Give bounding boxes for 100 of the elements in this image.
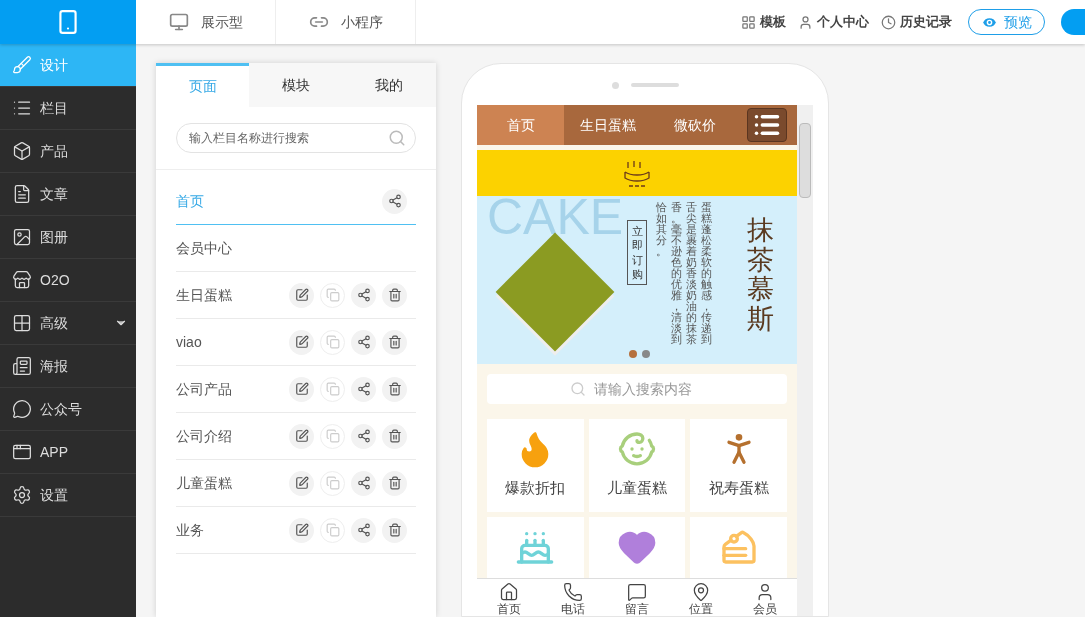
mode-tab[interactable]: 展示型	[136, 0, 276, 44]
share-button[interactable]	[351, 423, 376, 449]
description-column: 恰如其分。	[655, 202, 667, 345]
edit-button[interactable]	[289, 376, 314, 402]
delete-button[interactable]	[382, 282, 407, 308]
app-icon	[12, 442, 32, 462]
sidebar-item[interactable]: O2O	[0, 259, 136, 302]
brush-icon	[12, 55, 32, 75]
page-row[interactable]: 生日蛋糕	[176, 272, 416, 319]
edit-button[interactable]	[289, 423, 314, 449]
share-button[interactable]	[351, 517, 376, 543]
trash-icon	[387, 382, 402, 396]
trash-icon	[387, 288, 402, 302]
mode-tab[interactable]: 小程序	[276, 0, 416, 44]
share-icon	[356, 523, 371, 537]
copy-icon	[325, 476, 340, 490]
menu-button[interactable]	[747, 108, 787, 142]
edit-button[interactable]	[289, 282, 314, 308]
phone-search-input[interactable]: 请输入搜索内容	[594, 378, 704, 400]
share-button[interactable]	[351, 282, 376, 308]
message-icon	[627, 582, 647, 602]
edit-button[interactable]	[289, 517, 314, 543]
sidebar-item[interactable]: 高级	[0, 302, 136, 345]
share-icon	[356, 429, 371, 443]
page-row[interactable]: 儿童蛋糕	[176, 460, 416, 507]
phone-tab-item[interactable]: 留言	[605, 579, 669, 616]
share-button[interactable]	[351, 329, 376, 355]
phone-tab-item[interactable]: 电话	[541, 579, 605, 616]
header-link[interactable]: 个人中心	[798, 12, 869, 32]
search-field[interactable]: 输入栏目名称进行搜索	[176, 123, 416, 153]
page-name: 生日蛋糕	[176, 285, 233, 305]
page-row[interactable]: 公司产品	[176, 366, 416, 413]
edit-button[interactable]	[289, 470, 314, 496]
page-row[interactable]: 公司介绍	[176, 413, 416, 460]
copy-icon	[325, 429, 340, 443]
phone-nav-tab[interactable]: 微砍价	[651, 105, 738, 145]
banner-title: 抹茶慕斯	[747, 216, 774, 335]
chat-icon	[12, 399, 32, 419]
delete-button[interactable]	[382, 470, 407, 496]
delete-button[interactable]	[382, 329, 407, 355]
phone-tab-item[interactable]: 会员	[733, 579, 797, 616]
page-name: 儿童蛋糕	[176, 473, 233, 493]
copy-icon	[325, 335, 340, 349]
share-button[interactable]	[351, 376, 376, 402]
description-column: 舌尖是裹着奶香淡奶油的抹茶	[685, 202, 697, 345]
category-tile[interactable]: 祝寿蛋糕	[690, 419, 787, 512]
phone-search-field[interactable]: 请输入搜索内容	[487, 374, 787, 404]
page-row[interactable]: 会员中心	[176, 225, 416, 272]
poster-icon	[12, 356, 32, 376]
share-icon	[387, 194, 402, 208]
share-icon	[356, 335, 371, 349]
settings-icon	[12, 485, 32, 505]
copy-icon	[325, 523, 340, 537]
edit-icon	[294, 523, 309, 537]
order-button[interactable]: 立即订购	[627, 220, 647, 286]
image-icon	[12, 227, 32, 247]
sidebar-item[interactable]: 设置	[0, 474, 136, 517]
copy-icon	[325, 288, 340, 302]
category-tile[interactable]: 儿童蛋糕	[588, 419, 686, 512]
panel-tab[interactable]: 我的	[342, 63, 436, 107]
sidebar-item[interactable]: 文章	[0, 173, 136, 216]
page-name: 会员中心	[176, 238, 233, 258]
edit-icon	[294, 429, 309, 443]
delete-button[interactable]	[382, 517, 407, 543]
edit-button[interactable]	[289, 329, 314, 355]
panel-tab[interactable]: 模块	[249, 63, 343, 107]
user-icon	[798, 14, 813, 30]
sidebar-item[interactable]: 产品	[0, 130, 136, 173]
delete-button[interactable]	[382, 376, 407, 402]
sidebar-item[interactable]: 海报	[0, 345, 136, 388]
edit-icon	[294, 335, 309, 349]
page-row[interactable]: 业务	[176, 507, 416, 554]
sidebar-item[interactable]: 栏目	[0, 87, 136, 130]
phone-tab-item[interactable]: 首页	[477, 579, 541, 616]
trash-icon	[387, 429, 402, 443]
location-pin-icon	[691, 582, 711, 602]
share-icon	[356, 476, 371, 490]
document-icon	[12, 184, 32, 204]
speaker-slot	[630, 83, 679, 87]
sidebar-item[interactable]: 图册	[0, 216, 136, 259]
page-name: 公司产品	[176, 379, 233, 399]
sidebar-item[interactable]: APP	[0, 431, 136, 474]
category-tile[interactable]: 爆款折扣	[487, 419, 584, 512]
edit-icon	[294, 288, 309, 302]
page-name: 业务	[176, 520, 205, 540]
home-icon	[499, 582, 519, 602]
edit-icon	[294, 476, 309, 490]
delete-button[interactable]	[382, 423, 407, 449]
search-icon	[388, 129, 406, 147]
share-button[interactable]	[351, 470, 376, 496]
sidebar-item[interactable]: 公众号	[0, 388, 136, 431]
trash-icon	[387, 476, 402, 490]
phone-tab-item[interactable]: 位置	[669, 579, 733, 616]
share-button[interactable]	[382, 188, 407, 214]
phone-nav-tab[interactable]: 生日蛋糕	[564, 105, 651, 145]
trash-icon	[387, 335, 402, 349]
page-row[interactable]: viao	[176, 319, 416, 366]
page-name: viao	[176, 332, 203, 352]
header-link[interactable]: 历史记录	[881, 12, 952, 32]
header-link[interactable]: 模板	[741, 12, 786, 32]
